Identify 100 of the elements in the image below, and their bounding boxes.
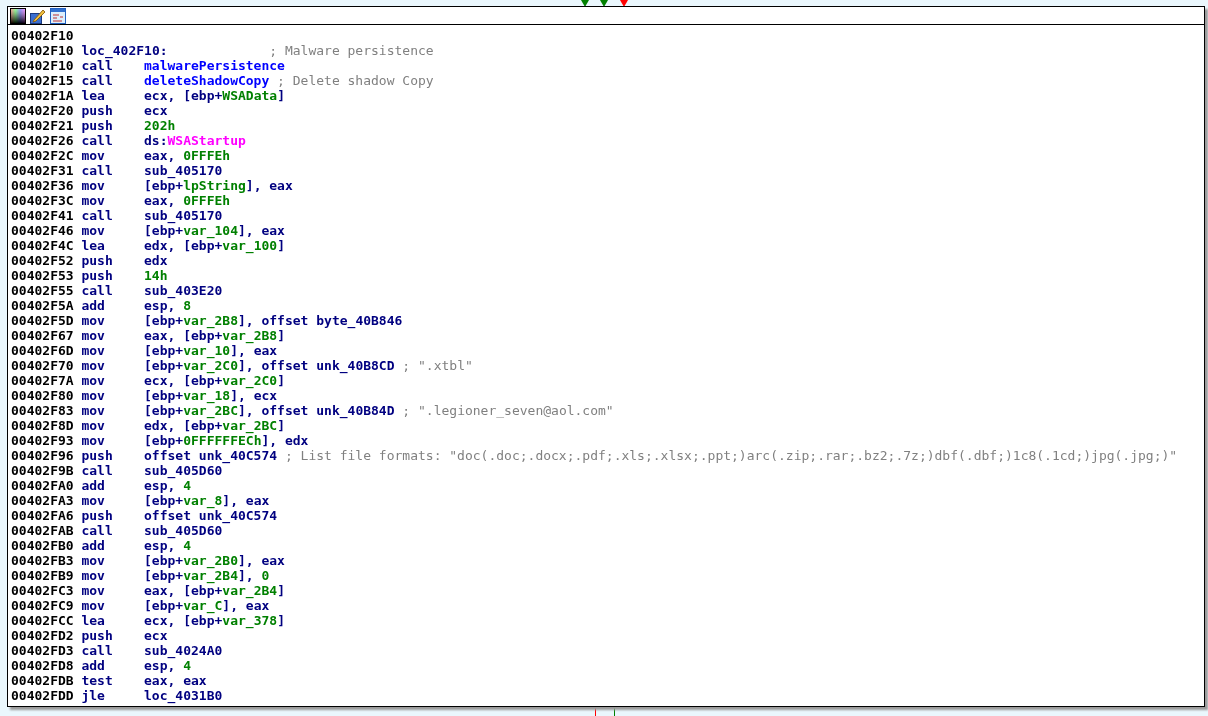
instruction-operand: [ebp+var_C], eax <box>144 598 270 613</box>
code-comment: ; Delete shadow Copy <box>277 73 434 88</box>
instruction-operand: esp, 8 <box>144 298 191 313</box>
instruction-operand: sub_403E20 <box>144 283 223 298</box>
address-label: 00402FDB <box>11 673 75 688</box>
instruction-mnemonic: mov <box>81 598 106 613</box>
instruction-mnemonic: mov <box>81 193 106 208</box>
address-label: 00402F1A <box>11 88 75 103</box>
code-comment: ; Malware persistence <box>269 43 434 58</box>
instruction-operand: edx, [ebp+var_2BC] <box>144 418 285 433</box>
instruction-mnemonic: push <box>81 118 114 133</box>
instruction-mnemonic: mov <box>81 553 106 568</box>
instruction-operand: offset unk_40C574 <box>144 508 278 523</box>
instruction-mnemonic: call <box>81 58 113 73</box>
instruction-operand: loc_4031B0 <box>144 688 223 703</box>
pencil-icon[interactable] <box>30 7 46 24</box>
code-comment: ; List file formats: "doc(.doc;.docx;.pdf;.xls;.xlsx;.ppt;)arc(.zip;.rar;.bz2;.7z;)dbf(.dbf;)1c8(.1cd;)jpg(.jpg;)" <box>284 448 1178 463</box>
address-label: 00402FB0 <box>11 538 75 553</box>
address-label: 00402FA0 <box>11 478 75 493</box>
instruction-mnemonic: mov <box>81 568 106 583</box>
instruction-mnemonic: push <box>81 268 114 283</box>
edge-line <box>614 708 615 716</box>
address-label: 00402F67 <box>11 328 75 343</box>
address-label: 00402FC9 <box>11 598 75 613</box>
instruction-mnemonic: add <box>81 538 106 553</box>
address-label: 00402FD2 <box>11 628 75 643</box>
instruction-mnemonic: mov <box>81 223 106 238</box>
code-label: loc_402F10: <box>81 43 169 58</box>
address-label: 00402FC3 <box>11 583 75 598</box>
address-label: 00402F3C <box>11 193 75 208</box>
instruction-mnemonic: mov <box>81 493 106 508</box>
instruction-mnemonic: mov <box>81 433 106 448</box>
color-gradient-icon[interactable] <box>10 7 26 24</box>
address-label: 00402FB3 <box>11 553 75 568</box>
address-label: 00402F8D <box>11 418 75 433</box>
instruction-operand: [ebp+var_8], eax <box>144 493 270 508</box>
instruction-operand: esp, 4 <box>144 658 191 673</box>
instruction-operand: deleteShadowCopy <box>144 73 270 88</box>
instruction-mnemonic: mov <box>81 388 106 403</box>
instruction-operand: esp, 4 <box>144 538 191 553</box>
address-label: 00402FB9 <box>11 568 75 583</box>
instruction-operand: sub_405170 <box>144 208 223 223</box>
instruction-operand: edx <box>144 253 168 268</box>
address-label: 00402FA6 <box>11 508 75 523</box>
address-label: 00402F20 <box>11 103 75 118</box>
address-label: 00402FA3 <box>11 493 75 508</box>
address-label: 00402F70 <box>11 358 75 373</box>
address-label: 00402F4C <box>11 238 75 253</box>
window-icon[interactable] <box>50 7 66 24</box>
address-label: 00402F41 <box>11 208 75 223</box>
instruction-mnemonic: push <box>81 103 114 118</box>
instruction-operand: ecx <box>144 103 168 118</box>
address-label: 00402F10 <box>11 58 75 73</box>
instruction-mnemonic: call <box>81 133 114 148</box>
instruction-mnemonic: test <box>81 673 114 688</box>
address-label: 00402FD3 <box>11 643 75 658</box>
address-label: 00402FDD <box>11 688 75 703</box>
address-label: 00402F10 <box>11 43 75 58</box>
instruction-operand: [ebp+var_2B0], eax <box>144 553 285 568</box>
instruction-mnemonic: mov <box>81 343 106 358</box>
code-comment: ; ".xtbl" <box>402 358 473 373</box>
instruction-mnemonic: mov <box>81 328 106 343</box>
address-label: 00402F36 <box>11 178 75 193</box>
instruction-operand: ds:WSAStartup <box>144 133 246 148</box>
instruction-operand: sub_405D60 <box>144 463 223 478</box>
edge-line <box>595 708 596 716</box>
address-label: 00402FCC <box>11 613 75 628</box>
instruction-operand: eax, 0FFFEh <box>144 193 231 208</box>
instruction-mnemonic: add <box>81 298 106 313</box>
instruction-mnemonic: add <box>81 658 106 673</box>
instruction-operand: [ebp+var_10], eax <box>144 343 278 358</box>
instruction-operand: [ebp+var_18], ecx <box>144 388 278 403</box>
instruction-operand: 202h <box>144 118 176 133</box>
instruction-mnemonic: push <box>81 448 114 463</box>
instruction-operand: eax, eax <box>144 673 207 688</box>
instruction-operand: malwarePersistence <box>144 58 285 73</box>
instruction-mnemonic: push <box>81 508 114 523</box>
instruction-mnemonic: mov <box>81 403 106 418</box>
instruction-operand: eax, [ebp+var_2B4] <box>144 583 285 598</box>
instruction-mnemonic: add <box>81 478 106 493</box>
instruction-operand: [ebp+var_2B8], offset byte_40B846 <box>144 313 403 328</box>
address-label: 00402F52 <box>11 253 75 268</box>
address-label: 00402F93 <box>11 433 75 448</box>
instruction-mnemonic: push <box>81 628 114 643</box>
instruction-operand: ecx, [ebp+WSAData] <box>144 88 285 103</box>
address-label: 00402FD8 <box>11 658 75 673</box>
instruction-mnemonic: call <box>81 283 114 298</box>
address-label: 00402FAB <box>11 523 75 538</box>
instruction-mnemonic: mov <box>81 583 106 598</box>
instruction-mnemonic: call <box>81 523 114 538</box>
instruction-mnemonic: mov <box>81 358 106 373</box>
instruction-mnemonic: call <box>81 463 114 478</box>
instruction-operand: 14h <box>144 268 168 283</box>
address-label: 00402F31 <box>11 163 75 178</box>
instruction-operand: eax, 0FFFEh <box>144 148 231 163</box>
instruction-operand: eax, [ebp+var_2B8] <box>144 328 285 343</box>
address-label: 00402F2C <box>11 148 75 163</box>
instruction-operand: sub_405170 <box>144 163 223 178</box>
address-label: 00402F80 <box>11 388 75 403</box>
instruction-operand: [ebp+0FFFFFFECh], edx <box>144 433 309 448</box>
